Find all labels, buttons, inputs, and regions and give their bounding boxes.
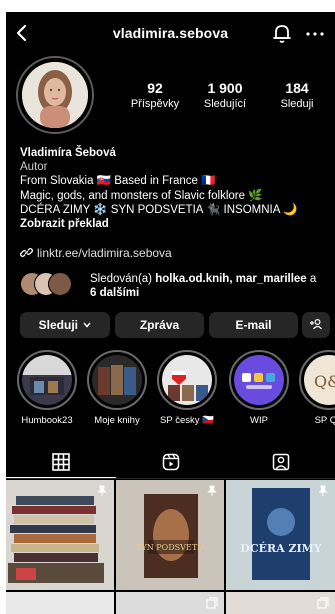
post-title: SYN PODSVETIA: [136, 543, 206, 552]
post-thumbnail[interactable]: [116, 592, 224, 614]
multiple-images-icon: [317, 597, 329, 609]
tabs-divider: [6, 478, 335, 479]
highlight-cover: [234, 355, 284, 405]
highlight-ring: Q&: [299, 350, 335, 410]
stat-value: 1 900: [207, 80, 243, 96]
profile-screen: vladimira.sebova 92 Příspěvky 1 900 Sled…: [6, 12, 335, 614]
highlight-label: SP Q&: [314, 415, 335, 426]
post-thumbnail[interactable]: DCÉRA ZIMY: [226, 480, 335, 590]
avatar-photo: [22, 62, 88, 128]
followed-mid: a: [306, 273, 317, 285]
top-bar: vladimira.sebova: [6, 12, 335, 50]
highlight-ring: [87, 350, 147, 410]
highlight-cover: Q&: [304, 355, 335, 405]
highlight-cover: [92, 355, 142, 405]
email-button[interactable]: E-mail: [209, 312, 298, 338]
followed-by-text: Sledován(a) holka.od.knih, mar_marillee …: [90, 272, 335, 300]
profile-avatar[interactable]: [16, 56, 94, 134]
followed-by[interactable]: Sledován(a) holka.od.knih, mar_marillee …: [20, 270, 330, 302]
highlight-moje-knihy[interactable]: Moje knihy: [86, 350, 148, 426]
profile-category: Autor: [20, 161, 48, 174]
grid-icon: [52, 453, 70, 471]
suggest-people-button[interactable]: [302, 312, 330, 338]
post-thumbnail[interactable]: SYN PODSVETIA: [116, 480, 224, 590]
add-person-icon: [310, 318, 322, 330]
following-button[interactable]: Sleduji: [20, 312, 110, 338]
stat-label: Sleduji: [280, 98, 314, 110]
highlight-ring: [157, 350, 217, 410]
highlight-ring: [229, 350, 289, 410]
reels-icon: [162, 453, 180, 471]
pinned-icon: [97, 485, 107, 496]
more-options-icon[interactable]: [305, 31, 325, 37]
follower-avatar: [48, 272, 72, 296]
followed-prefix: Sledován(a): [90, 273, 156, 285]
highlight-cover: [22, 355, 72, 405]
content-tabs: [6, 447, 335, 479]
highlight-sp-cesky[interactable]: SP česky 🇨🇿: [156, 350, 218, 426]
chevron-down-icon: [83, 322, 91, 328]
followed-others: 6 dalšími: [90, 287, 140, 299]
stat-followers[interactable]: 1 900 Sledující: [190, 80, 260, 110]
link-text: linktr.ee/vladimira.sebova: [37, 246, 172, 260]
link-icon: [20, 248, 33, 257]
highlight-label: SP česky 🇨🇿: [160, 415, 214, 426]
bio-line: DCÉRA ZIMY ❄️ SYN PODSVETIA 🐈‍⬛ INSOMNIA…: [20, 203, 298, 216]
tagged-person-icon: [272, 453, 290, 471]
stat-posts[interactable]: 92 Příspěvky: [120, 80, 190, 110]
highlight-label: Humbook23: [21, 415, 73, 426]
highlight-label: Moje knihy: [94, 415, 140, 426]
display-name: Vladimíra Šebová: [20, 147, 116, 159]
bio-link[interactable]: linktr.ee/vladimira.sebova: [20, 246, 172, 260]
tab-posts-grid[interactable]: [6, 447, 116, 477]
multiple-images-icon: [206, 597, 218, 609]
highlight-ring: [17, 350, 77, 410]
post-thumbnail[interactable]: [226, 592, 335, 614]
highlight-humbook23[interactable]: Humbook23: [16, 350, 78, 426]
profile-stats: 92 Příspěvky 1 900 Sledující 184 Sleduji: [118, 80, 330, 120]
post-thumbnail[interactable]: [6, 480, 114, 590]
tab-reels[interactable]: [116, 447, 226, 477]
highlight-cover: [162, 355, 212, 405]
svg-text:Q&: Q&: [314, 372, 335, 391]
pinned-icon: [207, 485, 217, 496]
followed-names: holka.od.knih, mar_marillee: [155, 273, 307, 285]
post-thumbnail[interactable]: [6, 592, 114, 614]
highlight-label: WIP: [250, 415, 268, 426]
highlight-sp-qa[interactable]: Q& SP Q&: [298, 350, 335, 426]
translate-link[interactable]: Zobrazit překlad: [20, 217, 330, 231]
stat-label: Sledující: [203, 98, 247, 110]
stat-value: 92: [147, 80, 163, 96]
profile-bio: Vladimíra Šebová Autor From Slovakia 🇸🇰 …: [20, 146, 330, 231]
pinned-icon: [318, 485, 328, 496]
following-label: Sleduji: [38, 318, 78, 332]
stat-following[interactable]: 184 Sleduji: [262, 80, 332, 110]
stat-label: Příspěvky: [130, 98, 180, 110]
bio-line: Magic, gods, and monsters of Slavic folk…: [20, 189, 263, 202]
message-button[interactable]: Zpráva: [115, 312, 204, 338]
stat-value: 184: [285, 80, 309, 96]
post-title: DCÉRA ZIMY: [240, 541, 322, 555]
tab-tagged[interactable]: [226, 447, 335, 477]
highlight-wip[interactable]: WIP: [228, 350, 290, 426]
bell-icon[interactable]: [271, 22, 293, 44]
bio-line: From Slovakia 🇸🇰 Based in France 🇫🇷: [20, 175, 216, 188]
